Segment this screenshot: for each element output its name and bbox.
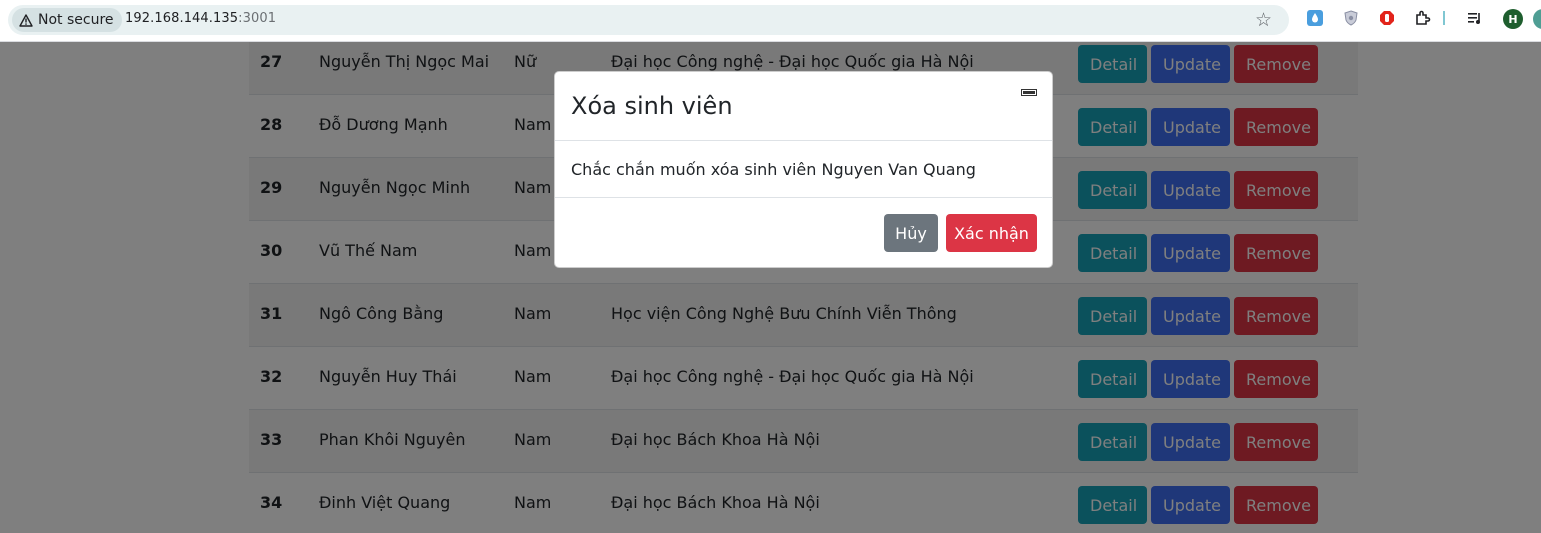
modal-title: Xóa sinh viên — [571, 92, 733, 120]
cancel-button[interactable]: Hủy — [884, 214, 938, 252]
address-bar[interactable]: Not secure 192.168.144.135:3001 ☆ — [8, 5, 1289, 35]
delete-student-modal: Xóa sinh viên Chắc chắn muốn xóa sinh vi… — [554, 71, 1053, 268]
extension-stop-hand-icon[interactable] — [1379, 10, 1395, 26]
url-port: :3001 — [238, 11, 277, 26]
extension-droplet-icon[interactable] — [1307, 10, 1323, 26]
modal-body: Chắc chắn muốn xóa sinh viên Nguyen Van … — [555, 141, 1052, 198]
security-chip[interactable]: Not secure — [12, 8, 122, 32]
modal-header: Xóa sinh viên — [555, 72, 1052, 141]
confirm-button[interactable]: Xác nhận — [946, 214, 1037, 252]
side-panel-avatar[interactable] — [1533, 9, 1541, 29]
extension-shield-icon[interactable] — [1343, 10, 1359, 26]
url-text[interactable]: 192.168.144.135:3001 — [125, 11, 276, 26]
warning-icon — [19, 13, 33, 27]
close-icon[interactable] — [1021, 89, 1037, 96]
media-queue-icon[interactable] — [1467, 10, 1483, 26]
bookmark-star-icon[interactable]: ☆ — [1255, 9, 1272, 31]
toolbar-divider — [1443, 11, 1445, 25]
profile-avatar[interactable]: H — [1503, 9, 1523, 29]
security-label: Not secure — [38, 12, 114, 28]
url-host: 192.168.144.135 — [125, 11, 239, 26]
modal-message: Chắc chắn muốn xóa sinh viên Nguyen Van … — [571, 160, 976, 179]
browser-toolbar: Not secure 192.168.144.135:3001 ☆ H — [0, 0, 1541, 42]
extensions-puzzle-icon[interactable] — [1415, 10, 1431, 26]
